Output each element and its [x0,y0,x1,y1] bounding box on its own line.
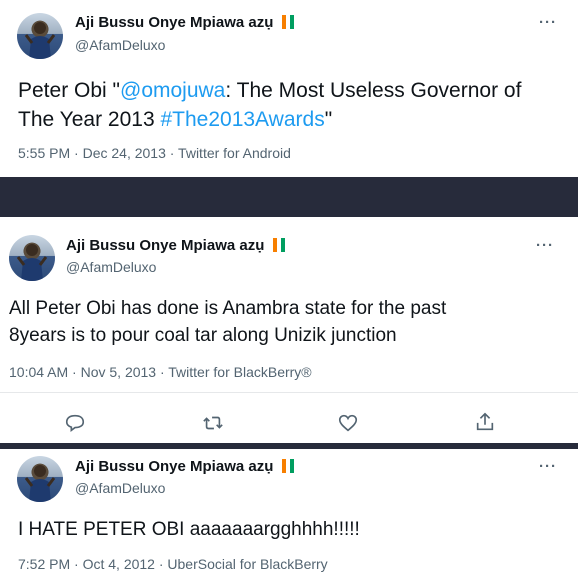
more-icon[interactable]: ··· [539,14,557,31]
tweet-text-line-2: The Year 2013 #The2013Awards" [18,105,521,134]
user-handle[interactable]: @AfamDeluxo [75,480,165,496]
mention-link[interactable]: @omojuwa [120,79,225,102]
display-name[interactable]: Aji Bussu Onye Mpiawa azụ [66,237,285,254]
person-icon [24,22,56,59]
tweet-timestamp[interactable]: 10:04 AM · Nov 5, 2013 · Twitter for Bla… [9,364,312,380]
avatar[interactable] [9,235,55,281]
hashtag-link[interactable]: #The2013Awards [160,108,324,131]
tweet-text: I HATE PETER OBI aaaaaaargghhhh!!!!! [18,519,360,540]
display-name[interactable]: Aji Bussu Onye Mpiawa azụ [75,458,294,475]
tweet-text: Peter Obi "@omojuwa: The Most Useless Go… [18,76,521,134]
tweet-card-3[interactable]: Aji Bussu Onye Mpiawa azụ @AfamDeluxo ··… [0,449,578,575]
separator [0,392,578,393]
divider [0,177,578,217]
more-icon[interactable]: ··· [539,458,557,475]
user-handle[interactable]: @AfamDeluxo [75,37,165,53]
flag-icon [281,15,294,29]
text-segment: " [324,108,333,131]
tweet-timestamp[interactable]: 7:52 PM · Oct 4, 2012 · UberSocial for B… [18,556,328,572]
retweet-icon[interactable] [202,412,224,434]
user-handle[interactable]: @AfamDeluxo [66,259,156,275]
display-name-text: Aji Bussu Onye Mpiawa azụ [66,237,265,254]
tweet-card-2[interactable]: Aji Bussu Onye Mpiawa azụ @AfamDeluxo ··… [0,217,578,443]
tweet-text-line-2: 8years is to pour coal tar along Unizik … [9,325,397,346]
person-icon [24,465,56,502]
share-icon[interactable] [474,411,496,433]
like-icon[interactable] [337,412,359,434]
display-name-text: Aji Bussu Onye Mpiawa azụ [75,14,274,31]
more-icon[interactable]: ··· [536,237,554,254]
text-segment: : The Most Useless Governor of [225,79,522,102]
flag-icon [272,238,285,252]
tweet-text-line-1: Peter Obi "@omojuwa: The Most Useless Go… [18,76,521,105]
text-segment: The Year 2013 [18,108,161,131]
display-name-text: Aji Bussu Onye Mpiawa azụ [75,458,274,475]
reply-icon[interactable] [64,412,86,434]
avatar[interactable] [17,13,63,59]
tweet-timestamp[interactable]: 5:55 PM · Dec 24, 2013 · Twitter for And… [18,145,291,161]
flag-icon [281,459,294,473]
tweet-text-line-1: All Peter Obi has done is Anambra state … [9,298,447,319]
display-name[interactable]: Aji Bussu Onye Mpiawa azụ [75,14,294,31]
avatar[interactable] [17,456,63,502]
person-icon [16,244,48,281]
tweet-text: All Peter Obi has done is Anambra state … [9,295,446,349]
text-segment: Peter Obi " [18,79,120,102]
tweet-card-1[interactable]: Aji Bussu Onye Mpiawa azụ @AfamDeluxo ··… [0,0,578,177]
